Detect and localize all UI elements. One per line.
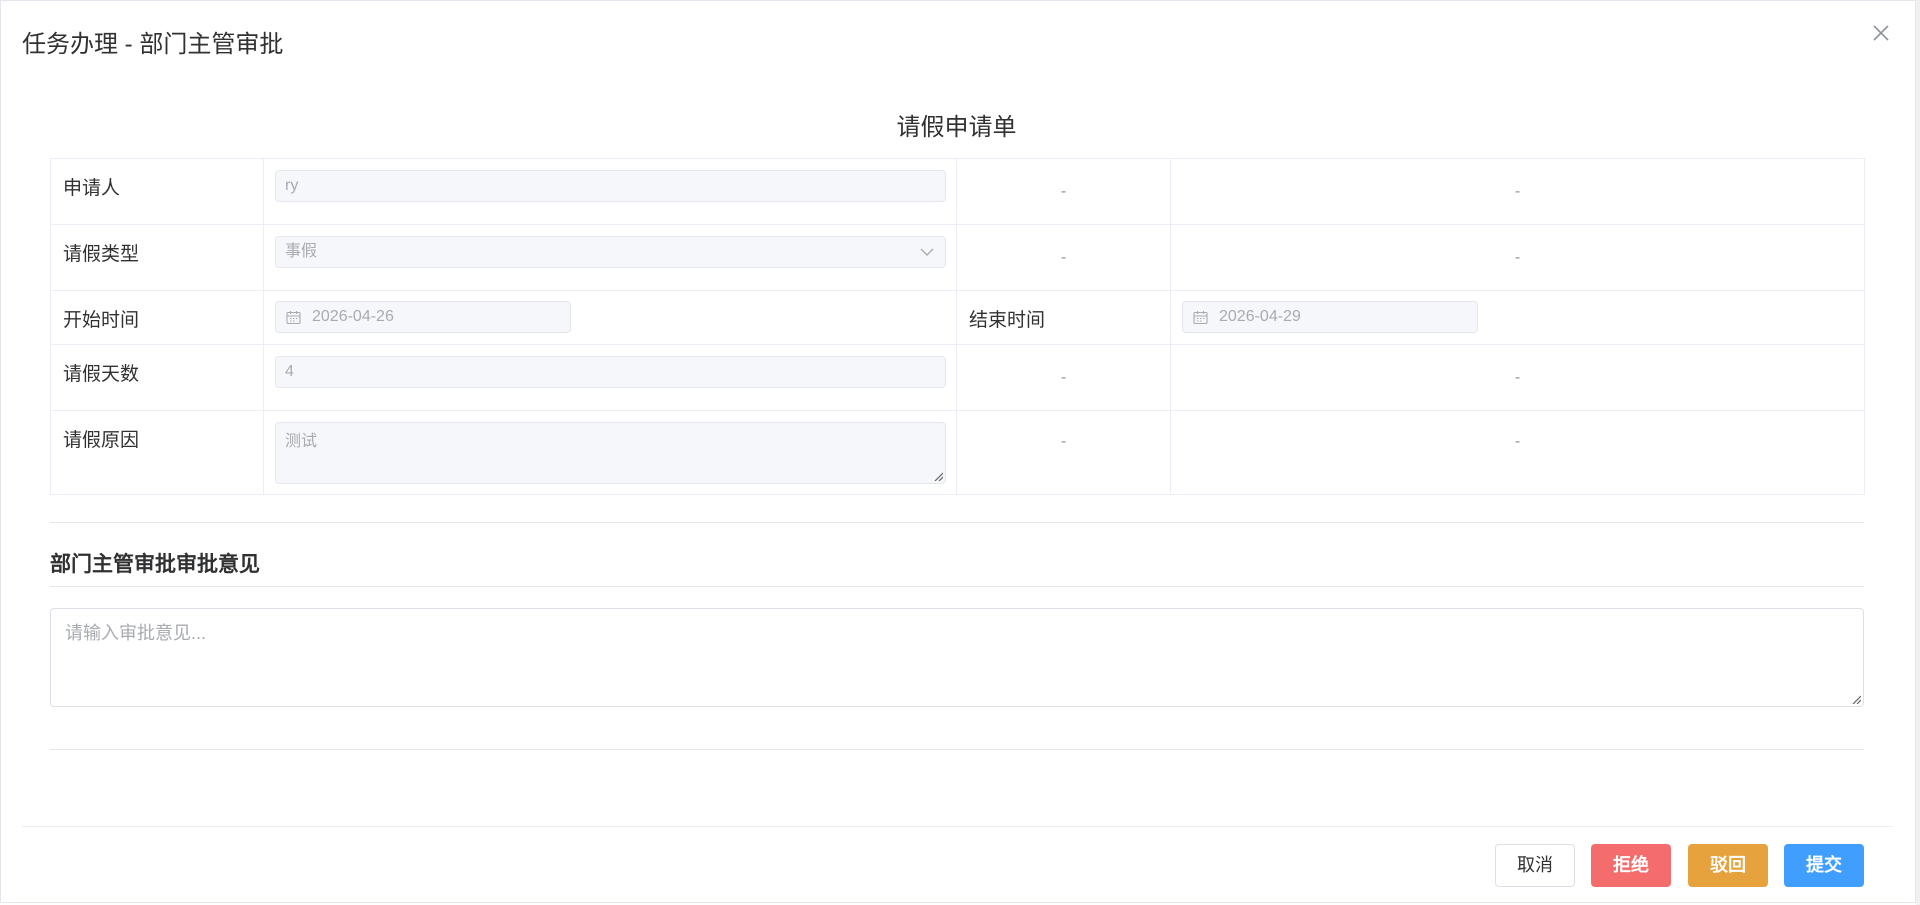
leave-days-input[interactable]: 4 bbox=[275, 356, 946, 388]
empty-cell: - bbox=[956, 410, 1171, 495]
close-icon[interactable] bbox=[1869, 21, 1893, 45]
empty-cell: - bbox=[1170, 158, 1865, 225]
chevron-down-icon bbox=[920, 248, 934, 256]
resize-handle-icon[interactable] bbox=[1851, 694, 1861, 704]
divider bbox=[50, 749, 1864, 750]
task-dialog: 任务办理 - 部门主管审批 请假申请单 申请人 ry - - 请假类型 事假 -… bbox=[0, 0, 1916, 903]
empty-cell: - bbox=[1170, 344, 1865, 411]
start-time-label: 开始时间 bbox=[50, 290, 264, 345]
opinion-placeholder: 请输入审批意见... bbox=[65, 623, 207, 643]
calendar-icon bbox=[286, 311, 301, 325]
leave-type-label: 请假类型 bbox=[50, 224, 264, 291]
form-row-days: 请假天数 4 - - bbox=[50, 344, 1865, 411]
empty-cell: - bbox=[1170, 224, 1865, 291]
empty-cell: - bbox=[1170, 410, 1865, 495]
opinion-section-title: 部门主管审批审批意见 bbox=[50, 553, 260, 576]
scrollbar[interactable] bbox=[1916, 0, 1920, 905]
start-date-picker[interactable]: 2026-04-26 bbox=[275, 301, 571, 333]
approval-opinion-textarea[interactable]: 请输入审批意见... bbox=[50, 608, 1864, 707]
start-date-value: 2026-04-26 bbox=[312, 308, 394, 325]
form-row-applicant: 申请人 ry - - bbox=[50, 158, 1865, 225]
leave-days-label: 请假天数 bbox=[50, 344, 264, 411]
leave-type-value: 事假 bbox=[285, 243, 318, 260]
applicant-input[interactable]: ry bbox=[275, 170, 946, 202]
applicant-label: 申请人 bbox=[50, 158, 264, 225]
empty-cell: - bbox=[956, 158, 1171, 225]
empty-cell: - bbox=[956, 224, 1171, 291]
leave-form-table: 申请人 ry - - 请假类型 事假 - - 开始时间 2026-04-26 结… bbox=[50, 158, 1865, 495]
form-row-reason: 请假原因 测试 - - bbox=[50, 410, 1865, 495]
end-date-value: 2026-04-29 bbox=[1219, 308, 1301, 325]
reject-button[interactable]: 拒绝 bbox=[1591, 844, 1671, 887]
divider bbox=[50, 586, 1864, 587]
leave-reason-value: 测试 bbox=[285, 433, 318, 450]
dialog-title: 任务办理 - 部门主管审批 bbox=[22, 31, 284, 58]
resize-handle-icon[interactable] bbox=[933, 471, 943, 481]
form-row-leave-type: 请假类型 事假 - - bbox=[50, 224, 1865, 291]
end-date-picker[interactable]: 2026-04-29 bbox=[1182, 301, 1478, 333]
leave-type-select[interactable]: 事假 bbox=[275, 236, 946, 268]
submit-button[interactable]: 提交 bbox=[1784, 844, 1864, 887]
form-row-dates: 开始时间 2026-04-26 结束时间 2026-04-29 bbox=[50, 290, 1865, 345]
calendar-icon bbox=[1193, 311, 1208, 325]
end-time-label: 结束时间 bbox=[956, 290, 1171, 345]
leave-reason-label: 请假原因 bbox=[50, 410, 264, 495]
divider bbox=[50, 522, 1864, 523]
footer-divider bbox=[22, 826, 1893, 827]
cancel-button[interactable]: 取消 bbox=[1495, 844, 1575, 887]
form-title: 请假申请单 bbox=[896, 114, 1017, 141]
empty-cell: - bbox=[956, 344, 1171, 411]
leave-reason-textarea[interactable]: 测试 bbox=[275, 422, 946, 484]
return-button[interactable]: 驳回 bbox=[1688, 844, 1768, 887]
